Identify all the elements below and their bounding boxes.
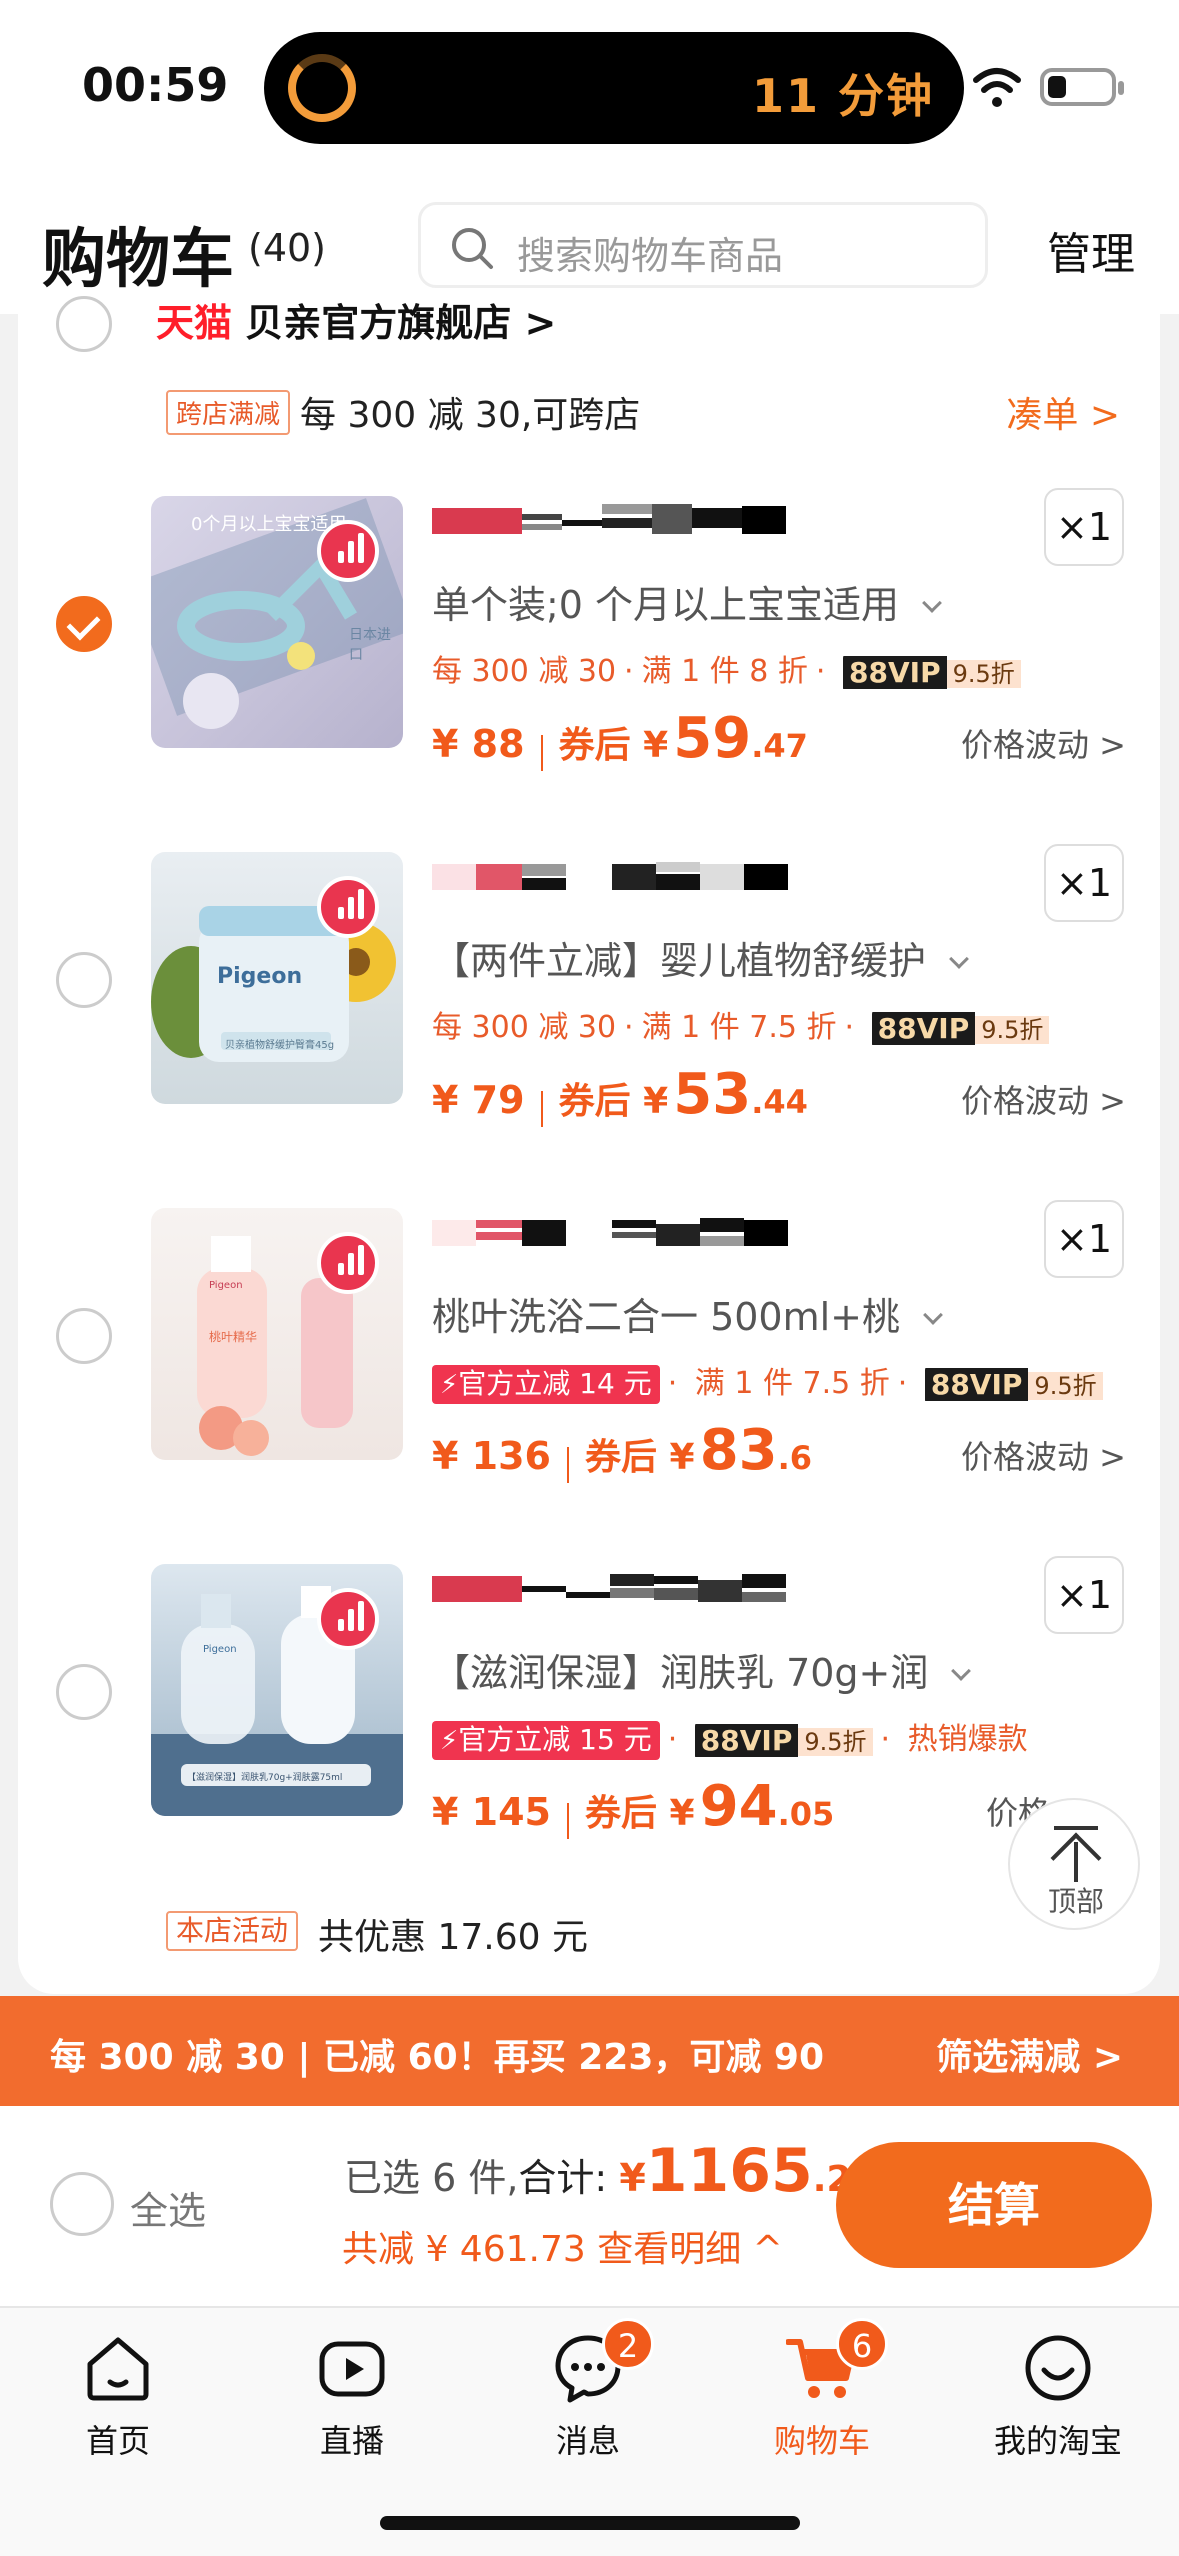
profile-smile-icon	[1022, 2332, 1094, 2404]
cart-item[interactable]: 【滋润保湿】润肤乳70g+润肤露75ml Pigeon ×1 【滋润保湿】润肤乳…	[18, 1556, 1160, 1894]
item-checkbox-checked[interactable]	[56, 596, 112, 652]
shop-name[interactable]: 天猫 贝亲官方旗舰店 >	[156, 292, 556, 347]
add-on-link[interactable]: 凑单 >	[1006, 386, 1120, 438]
sku-selector[interactable]: 【两件立减】婴儿植物舒缓护	[432, 930, 969, 985]
quantity-stepper[interactable]: ×1	[1044, 488, 1124, 566]
total-summary: 已选 6 件,合计: ¥1165.28	[344, 2136, 877, 2206]
discount-strip: 每 300 减 30 | 已减 60！再买 223，可减 90 筛选满减 >	[0, 1996, 1179, 2106]
island-timer: 11 分钟	[751, 69, 934, 123]
tab-home[interactable]: 首页	[18, 2332, 218, 2462]
price-fluctuation-link[interactable]: 价格波动 >	[961, 720, 1126, 766]
promo-list: 每 300 减 30 · 满 1 件 8 折 · 88VIP 9.5折	[432, 646, 1021, 692]
select-all-label[interactable]: 全选	[130, 2180, 206, 2235]
page-title: 购物车	[42, 223, 234, 297]
redacted-title-bar	[432, 504, 786, 534]
battery-icon	[1040, 68, 1124, 106]
message-icon: 2	[552, 2318, 654, 2404]
filter-discount-link[interactable]: 筛选满减 >	[936, 2028, 1123, 2080]
quantity-stepper[interactable]: ×1	[1044, 844, 1124, 922]
promo-list: 每 300 减 30 · 满 1 件 7.5 折 · 88VIP 9.5折	[432, 1002, 1050, 1048]
cart-badge: 6	[836, 2318, 888, 2370]
stats-badge-icon	[317, 876, 379, 938]
item-checkbox[interactable]	[56, 952, 112, 1008]
promo-list: ⚡官方立减 14 元 · 满 1 件 7.5 折 · 88VIP 9.5折	[432, 1358, 1103, 1404]
back-to-top-button[interactable]: 顶部	[1008, 1798, 1140, 1930]
checkout-bar: 全选 已选 6 件,合计: ¥1165.28 共减 ¥ 461.73 查看明细 …	[0, 2106, 1179, 2306]
vip-badge: 88VIP 9.5折	[871, 1010, 1050, 1048]
price-fluctuation-link[interactable]: 价格波动 >	[961, 1076, 1126, 1122]
sku-selector[interactable]: 桃叶洗浴二合一 500ml+桃	[432, 1286, 943, 1341]
quantity-stepper[interactable]: ×1	[1044, 1556, 1124, 1634]
cross-store-tag: 跨店满减	[166, 390, 291, 435]
checkout-button[interactable]: 结算	[836, 2142, 1152, 2268]
sku-selector[interactable]: 【滋润保湿】润肤乳 70g+润	[432, 1642, 972, 1697]
cart-item[interactable]: Pigeon 贝亲植物舒缓护臀膏45g ×1 【两件立减】婴儿植物舒缓护 每 3…	[18, 844, 1160, 1182]
chevron-down-icon	[949, 949, 969, 969]
arrow-up-icon	[1054, 1826, 1098, 1830]
chevron-down-icon	[923, 1305, 943, 1325]
promo-list: ⚡官方立减 15 元 · 88VIP 9.5折 · 热销爆款	[432, 1714, 1028, 1760]
hot-seller-tag: 热销爆款	[907, 1722, 1028, 1757]
select-all-checkbox[interactable]	[50, 2172, 114, 2236]
chevron-down-icon	[922, 593, 942, 613]
timer-ring-icon	[288, 54, 356, 122]
lightning-icon: ⚡	[440, 1370, 459, 1400]
stats-badge-icon	[317, 520, 379, 582]
vip-badge: 88VIP 9.5折	[924, 1366, 1103, 1404]
shop-card: 天猫 贝亲官方旗舰店 > 跨店满减 每 300 减 30,可跨店 凑单 > 0个…	[18, 296, 1160, 1994]
search-icon	[452, 228, 493, 269]
live-play-icon	[316, 2332, 388, 2404]
wifi-icon	[973, 68, 1021, 107]
search-placeholder: 搜索购物车商品	[517, 234, 784, 278]
price-fluctuation-link[interactable]: 价格波动 >	[961, 1432, 1126, 1478]
tab-messages[interactable]: 2 消息	[488, 2318, 688, 2462]
price-row: ¥ 136 券后 ¥ 83.6	[432, 1418, 813, 1483]
vip-badge: 88VIP 9.5折	[843, 654, 1021, 692]
dynamic-island[interactable]: 11 分钟	[264, 32, 964, 144]
quantity-stepper[interactable]: ×1	[1044, 1200, 1124, 1278]
price-row: ¥ 145 券后 ¥ 94.05	[432, 1774, 835, 1839]
item-checkbox[interactable]	[56, 1664, 112, 1720]
shop-activity-text: 共优惠 17.60 元	[318, 1917, 588, 1958]
home-icon	[82, 2332, 154, 2404]
shop-activity-tag: 本店活动	[166, 1911, 299, 1951]
product-thumbnail[interactable]: 桃叶精华 Pigeon	[151, 1208, 403, 1460]
search-input[interactable]: 搜索购物车商品	[418, 202, 988, 288]
price-row: ¥ 88 券后 ¥ 59.47	[432, 706, 808, 771]
cart-item[interactable]: 桃叶精华 Pigeon ×1 桃叶洗浴二合一 500ml+桃 ⚡官方立减 14 …	[18, 1200, 1160, 1538]
tab-profile[interactable]: 我的淘宝	[958, 2332, 1158, 2462]
home-indicator[interactable]	[380, 2516, 800, 2530]
official-discount-tag: ⚡官方立减 14 元	[432, 1365, 660, 1404]
product-thumbnail[interactable]: 0个月以上宝宝适用 日本进口	[151, 496, 403, 748]
redacted-title-bar	[432, 1574, 786, 1602]
official-discount-tag: ⚡官方立减 15 元	[432, 1721, 660, 1760]
cart-count: (40)	[248, 226, 327, 270]
discount-progress-text: 每 300 减 30 | 已减 60！再买 223，可减 90	[50, 2037, 825, 2078]
cart-icon: 6	[785, 2318, 888, 2404]
product-thumbnail[interactable]: 【滋润保湿】润肤乳70g+润肤露75ml Pigeon	[151, 1564, 403, 1816]
redacted-title-bar	[432, 862, 788, 890]
lightning-icon: ⚡	[440, 1726, 459, 1756]
vip-badge: 88VIP 9.5折	[694, 1722, 873, 1760]
item-checkbox[interactable]	[56, 1308, 112, 1364]
message-badge: 2	[602, 2318, 654, 2370]
tab-live[interactable]: 直播	[252, 2332, 452, 2462]
savings-detail-link[interactable]: 共减 ¥ 461.73 查看明细 ^	[342, 2220, 783, 2272]
promo-text: 每 300 减 30,可跨店	[300, 395, 641, 436]
tab-cart[interactable]: 6 购物车	[722, 2318, 922, 2462]
redacted-title-bar	[432, 1218, 788, 1246]
manage-button[interactable]: 管理	[1047, 218, 1135, 282]
shop-select-checkbox[interactable]	[56, 296, 112, 352]
price-row: ¥ 79 券后 ¥ 53.44	[432, 1062, 808, 1127]
cart-item[interactable]: 0个月以上宝宝适用 日本进口 ×1 单个装;0 个月以上宝宝适用 每 300 减…	[18, 488, 1160, 826]
clock: 00:59	[82, 58, 229, 112]
status-bar: 00:59 11 分钟	[0, 0, 1179, 170]
stats-badge-icon	[317, 1232, 379, 1294]
product-thumbnail[interactable]: Pigeon 贝亲植物舒缓护臀膏45g	[151, 852, 403, 1104]
stats-badge-icon	[317, 1588, 379, 1650]
sku-selector[interactable]: 单个装;0 个月以上宝宝适用	[432, 574, 942, 629]
chevron-down-icon	[951, 1661, 972, 1681]
